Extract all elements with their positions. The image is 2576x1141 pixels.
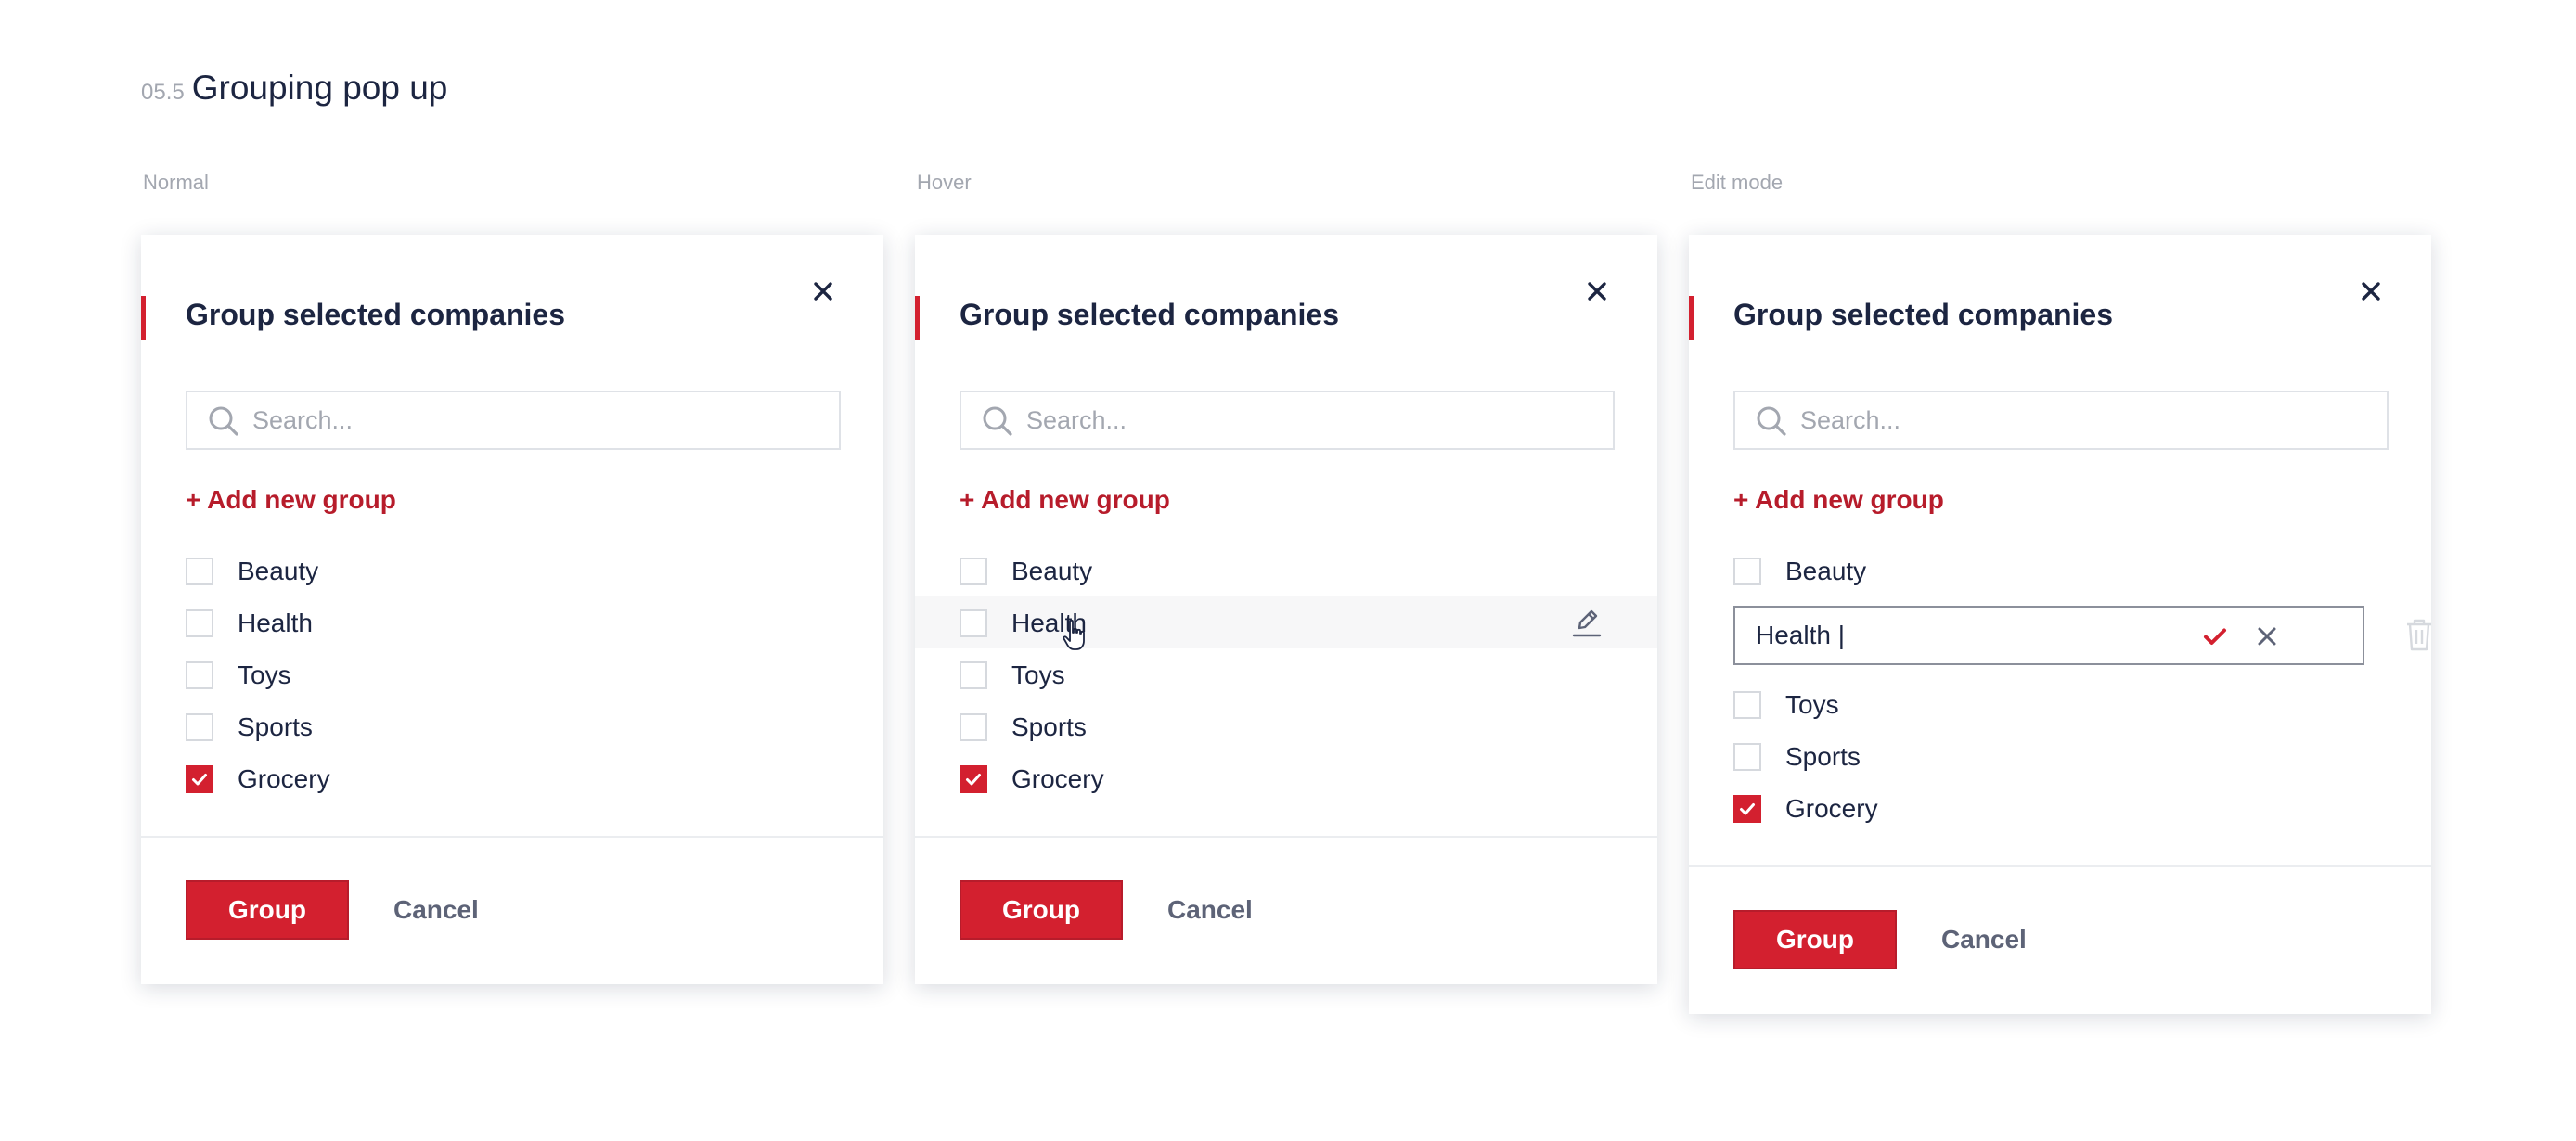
- item-label: Grocery: [238, 764, 330, 793]
- checkbox[interactable]: [186, 609, 213, 637]
- cancel-button[interactable]: Cancel: [1167, 895, 1253, 925]
- group-button[interactable]: Group: [186, 880, 349, 940]
- item-label: Toys: [1011, 660, 1065, 689]
- item-label: Grocery: [1785, 794, 1878, 823]
- add-new-group-link[interactable]: + Add new group: [1733, 485, 1944, 515]
- item-label: Health: [238, 609, 313, 637]
- list-item-hovered[interactable]: Health: [915, 596, 1657, 650]
- search-input[interactable]: [1800, 392, 2376, 448]
- checkbox-checked[interactable]: [1733, 795, 1761, 823]
- group-button[interactable]: Group: [1733, 910, 1897, 969]
- checkbox[interactable]: [186, 661, 213, 689]
- add-new-group-link[interactable]: + Add new group: [960, 485, 1170, 515]
- list-item: Sports: [915, 700, 1657, 752]
- page-heading: 05.5 Grouping pop up: [141, 69, 447, 108]
- checkbox[interactable]: [1733, 743, 1761, 771]
- list-item: Beauty: [915, 545, 1657, 596]
- search-input[interactable]: [252, 392, 828, 448]
- cancel-button[interactable]: Cancel: [1941, 925, 2027, 955]
- group-dialog-hover: Group selected companies + Add new group…: [915, 235, 1657, 984]
- search-icon: [982, 405, 1013, 437]
- footer-divider: [915, 836, 1657, 838]
- footer-divider: [1689, 865, 2431, 867]
- checkmark-icon: [1740, 803, 1755, 815]
- checkbox[interactable]: [960, 661, 987, 689]
- checkmark-icon: [192, 774, 207, 786]
- close-icon[interactable]: [2253, 622, 2281, 650]
- trash-icon[interactable]: [2403, 617, 2435, 652]
- state-label-normal: Normal: [143, 171, 209, 194]
- list-item: Sports: [1689, 730, 2431, 782]
- pencil-icon[interactable]: [1570, 606, 1604, 639]
- hand-pointer-icon: [1062, 619, 1089, 652]
- item-label: Beauty: [1785, 557, 1867, 585]
- cancel-button[interactable]: Cancel: [393, 895, 479, 925]
- dialog-title: Group selected companies: [1733, 298, 2114, 331]
- search-field: [1733, 391, 2389, 450]
- page-title: Grouping pop up: [191, 69, 448, 107]
- item-label: Sports: [1785, 742, 1861, 771]
- title-accent-bar: [1689, 296, 1694, 340]
- state-label-edit-mode: Edit mode: [1691, 171, 1784, 194]
- close-icon[interactable]: [1583, 277, 1611, 305]
- edit-group-input[interactable]: [1756, 608, 2201, 663]
- list-item: Health: [141, 596, 883, 648]
- list-item: Toys: [141, 648, 883, 700]
- item-label: Beauty: [1011, 557, 1093, 585]
- search-field: [186, 391, 841, 450]
- section-number: 05.5: [141, 80, 185, 105]
- checkbox[interactable]: [1733, 691, 1761, 719]
- list-item: Sports: [141, 700, 883, 752]
- item-label: Toys: [238, 660, 291, 689]
- add-new-group-link[interactable]: + Add new group: [186, 485, 396, 515]
- state-label-hover: Hover: [917, 171, 972, 194]
- item-label: Grocery: [1011, 764, 1104, 793]
- item-label: Toys: [1785, 690, 1839, 719]
- search-input[interactable]: [1026, 392, 1602, 448]
- checkbox-checked[interactable]: [186, 765, 213, 793]
- list-item: Grocery: [915, 752, 1657, 804]
- list-item: Grocery: [1689, 782, 2431, 834]
- list-item: Toys: [915, 648, 1657, 700]
- search-icon: [208, 405, 239, 437]
- search-field: [960, 391, 1615, 450]
- checkbox[interactable]: [1733, 558, 1761, 585]
- check-icon[interactable]: [2201, 622, 2229, 650]
- group-dialog-normal: Group selected companies + Add new group…: [141, 235, 883, 984]
- dialog-title: Group selected companies: [186, 298, 566, 331]
- checkbox[interactable]: [186, 713, 213, 741]
- title-accent-bar: [915, 296, 920, 340]
- list-item: Grocery: [141, 752, 883, 804]
- edit-group-field: [1733, 606, 2364, 665]
- item-label: Sports: [1011, 712, 1087, 741]
- checkbox[interactable]: [186, 558, 213, 585]
- checkbox[interactable]: [960, 558, 987, 585]
- edit-group-row: [1733, 606, 2442, 665]
- close-icon[interactable]: [2357, 277, 2385, 305]
- checkbox[interactable]: [960, 609, 987, 637]
- checkbox[interactable]: [960, 713, 987, 741]
- list-item: Toys: [1689, 678, 2431, 730]
- checkmark-icon: [966, 774, 981, 786]
- item-label: Sports: [238, 712, 313, 741]
- group-dialog-edit-mode: Group selected companies + Add new group…: [1689, 235, 2431, 1014]
- list-item: Beauty: [141, 545, 883, 596]
- search-icon: [1756, 405, 1787, 437]
- footer-divider: [141, 836, 883, 838]
- item-label: Beauty: [238, 557, 319, 585]
- list-item: Beauty: [1689, 545, 2431, 596]
- checkbox-checked[interactable]: [960, 765, 987, 793]
- title-accent-bar: [141, 296, 146, 340]
- close-icon[interactable]: [809, 277, 837, 305]
- dialog-title: Group selected companies: [960, 298, 1340, 331]
- group-button[interactable]: Group: [960, 880, 1123, 940]
